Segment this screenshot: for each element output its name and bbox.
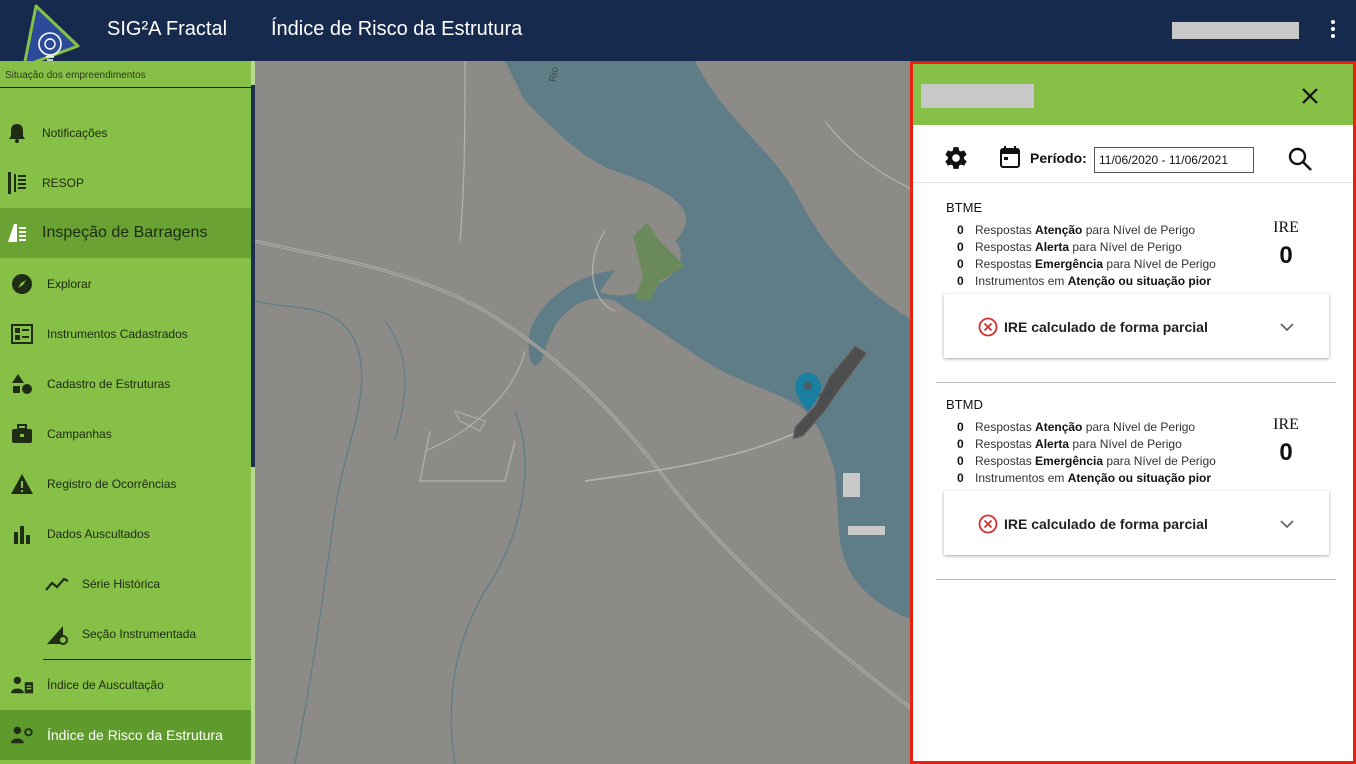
sidebar-item-label: Campanhas [47, 427, 112, 441]
shapes-icon [10, 372, 34, 396]
calendar-icon [1000, 146, 1020, 168]
count-row: 0 Respostas Atenção para Nível de Perigo [957, 420, 1196, 434]
expander-label: IRE calculado de forma parcial [1004, 516, 1208, 532]
count-row: 0 Instrumentos em Atenção ou situação pio… [957, 274, 1212, 288]
map-graphic [255, 61, 915, 764]
sidebar-section-inspecao-barragens[interactable]: Inspeção de Barragens [0, 208, 251, 258]
sidebar-item-label: Notificações [42, 126, 108, 140]
bell-icon [5, 121, 29, 145]
section-gear-icon [45, 622, 69, 646]
error-circle-icon [978, 514, 998, 534]
count-row: 0 Respostas Atenção para Nível de Perigo [957, 223, 1196, 237]
structure-card-btme: BTME 0 Respostas Atenção para Nível de Pe… [913, 186, 1353, 383]
map-canvas[interactable]: Rio Tro [255, 61, 915, 764]
sidebar-item-label: Explorar [47, 277, 92, 291]
ire-partial-expander[interactable]: IRE calculado de forma parcial [944, 294, 1329, 358]
sidebar-item-secao-instrumentada[interactable]: Seção Instrumentada [0, 609, 251, 659]
ire-partial-expander[interactable]: IRE calculado de forma parcial [944, 491, 1329, 555]
sidebar-item-indice-auscultacao[interactable]: Índice de Auscultação [0, 660, 251, 710]
divider [0, 87, 251, 88]
sidebar-item-explorar[interactable]: Explorar [0, 259, 251, 309]
sidebar-item-indice-risco-estrutura[interactable]: Índice de Risco da Estrutura [0, 710, 251, 760]
sidebar-caption: Situação dos empreendimentos [5, 70, 146, 81]
chevron-down-icon [1278, 515, 1296, 533]
sidebar-item-serie-historica[interactable]: Série Histórica [0, 559, 251, 609]
structure-name: BTME [946, 200, 983, 215]
sidebar-item-dados-auscultados[interactable]: Dados Auscultados [0, 509, 251, 559]
sidebar-item-resop[interactable]: RESOP [0, 158, 251, 208]
count-row: 0 Respostas Alerta para Nível de Perigo [957, 437, 1182, 451]
ire-label: IRE [1273, 416, 1299, 433]
count-row: 0 Respostas Alerta para Nível de Perigo [957, 240, 1182, 254]
period-label: Período: [1030, 150, 1087, 166]
resop-icon [5, 171, 29, 195]
sidebar-item-label: Instrumentos Cadastrados [47, 327, 188, 341]
worker-icon [10, 673, 34, 697]
briefcase-icon [10, 422, 34, 446]
compass-icon [10, 272, 34, 296]
panel-header [913, 64, 1353, 125]
sidebar-item-label: Cadastro de Estruturas [47, 377, 171, 391]
app-logo-icon[interactable] [22, 4, 80, 68]
close-icon[interactable] [1298, 84, 1322, 108]
gear-icon[interactable] [943, 145, 969, 171]
error-circle-icon [978, 317, 998, 337]
sidebar-item-campanhas[interactable]: Campanhas [0, 409, 251, 459]
divider [936, 579, 1336, 580]
sidebar-item-label: Inspeção de Barragens [42, 224, 208, 241]
instrument-list-icon [10, 322, 34, 346]
period-toolbar: Período: [913, 125, 1353, 183]
panel-title-redacted [921, 84, 1034, 108]
sidebar-item-registro-ocorrencias[interactable]: Registro de Ocorrências [0, 459, 251, 509]
chevron-down-icon [1278, 318, 1296, 336]
ire-value: 0 [1279, 439, 1293, 466]
sidebar-item-notificacoes[interactable]: Notificações [0, 108, 251, 158]
sidebar-item-label: Seção Instrumentada [82, 627, 197, 641]
sidebar-item-label: Índice de Risco da Estrutura [47, 727, 223, 743]
bar-chart-icon [10, 522, 34, 546]
ire-panel: Período: BTME 0Respostas Atenção para Ní… [910, 61, 1356, 764]
app-title: SIG²A Fractal [107, 18, 228, 40]
search-icon[interactable] [1287, 146, 1313, 172]
sidebar-item-label: Série Histórica [82, 577, 161, 591]
ire-label: IRE [1273, 219, 1299, 236]
sidebar-item-instrumentos[interactable]: Instrumentos Cadastrados [0, 309, 251, 359]
worker-gear-icon [10, 723, 34, 747]
ire-value: 0 [1279, 242, 1293, 269]
count-row: 0 Respostas Emergência para Nível de Peri… [957, 454, 1216, 468]
expander-label: IRE calculado de forma parcial [1004, 319, 1208, 335]
count-row: 0 Instrumentos em Atenção ou situação pio… [957, 471, 1212, 485]
page-title: Índice de Risco da Estrutura [271, 18, 523, 40]
sidebar-item-label: Registro de Ocorrências [47, 477, 177, 491]
line-chart-icon [45, 572, 69, 596]
top-app-bar: SIG²A Fractal Índice de Risco da Estrutu… [0, 0, 1356, 68]
period-date-range-input[interactable] [1094, 147, 1254, 173]
sidebar-item-cadastro-estruturas[interactable]: Cadastro de Estruturas [0, 359, 251, 409]
more-vertical-icon[interactable] [1326, 18, 1340, 42]
count-row: 0 Respostas Emergência para Nível de Peri… [957, 257, 1216, 271]
dam-icon [5, 221, 29, 245]
structure-card-btmd: BTMD 0 Respostas Atenção para Nível de Pe… [913, 383, 1353, 580]
sidebar: Situação dos empreendimentos Notificaçõe… [0, 61, 255, 764]
sidebar-item-label: RESOP [42, 176, 85, 190]
structure-name: BTMD [946, 397, 983, 412]
user-name-redacted[interactable] [1172, 22, 1299, 39]
sidebar-item-label: Dados Auscultados [47, 527, 150, 541]
warning-icon [10, 472, 34, 496]
sidebar-item-label: Índice de Auscultação [47, 678, 164, 692]
